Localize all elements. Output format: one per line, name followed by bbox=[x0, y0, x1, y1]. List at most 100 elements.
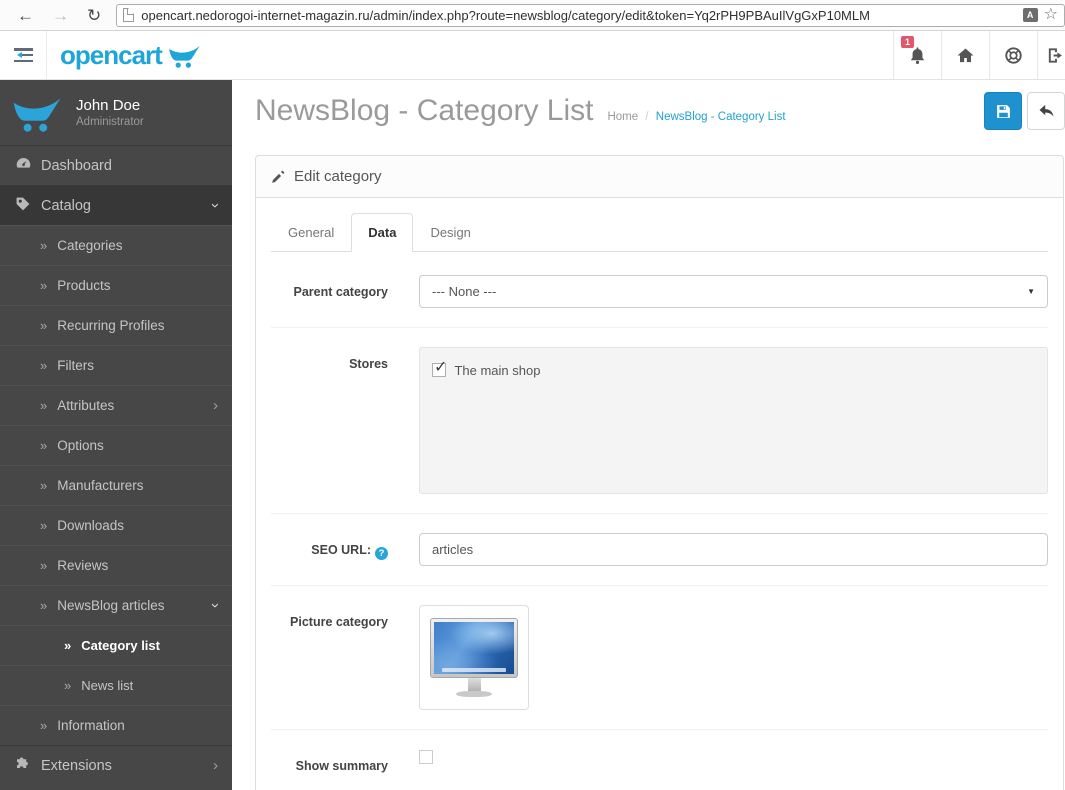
store-checkbox[interactable]: ✓ bbox=[432, 359, 447, 377]
double-angle-icon: » bbox=[40, 478, 48, 493]
browser-reload-button[interactable]: ↻ bbox=[78, 7, 110, 24]
category-image-thumbnail[interactable] bbox=[419, 605, 529, 710]
picture-category-control bbox=[419, 605, 1048, 710]
show-summary-checkbox[interactable] bbox=[419, 750, 433, 764]
life-ring-icon bbox=[1005, 46, 1022, 64]
breadcrumb: Home / NewsBlog - Category List bbox=[607, 111, 785, 123]
user-name: John Doe bbox=[76, 97, 141, 114]
opencart-logo[interactable]: opencart bbox=[47, 31, 202, 79]
page-actions bbox=[984, 92, 1065, 130]
sidebar-item-products[interactable]: » Products bbox=[0, 265, 232, 305]
bookmark-star-icon[interactable]: ☆ bbox=[1044, 7, 1058, 23]
chevron-down-icon: › bbox=[207, 203, 224, 208]
pencil-icon bbox=[272, 170, 285, 183]
sidebar: John Doe Administrator Dashboard Catalog… bbox=[0, 80, 232, 790]
sidebar-item-information[interactable]: » Information bbox=[0, 705, 232, 745]
chevron-right-icon: › bbox=[213, 397, 218, 414]
sidebar-item-categories[interactable]: » Categories bbox=[0, 225, 232, 265]
sidebar-item-label: Categories bbox=[57, 238, 123, 253]
sidebar-item-reviews[interactable]: » Reviews bbox=[0, 545, 232, 585]
app-header: opencart 1 bbox=[0, 31, 1065, 80]
sidebar-item-newsblog-articles[interactable]: » NewsBlog articles › bbox=[0, 585, 232, 625]
show-summary-control bbox=[419, 749, 1048, 775]
sidebar-item-label: NewsBlog articles bbox=[57, 598, 165, 613]
chevron-down-icon: › bbox=[207, 603, 224, 608]
stores-label: Stores bbox=[349, 357, 388, 371]
sidebar-item-filters[interactable]: » Filters bbox=[0, 345, 232, 385]
sidebar-item-label: Attributes bbox=[57, 398, 115, 413]
reply-arrow-icon bbox=[1039, 104, 1053, 117]
bell-icon bbox=[910, 46, 925, 64]
monitor-image bbox=[430, 618, 518, 697]
menu-toggle-icon bbox=[13, 48, 33, 62]
browser-back-button[interactable]: ← bbox=[8, 7, 43, 24]
browser-toolbar: ← → ↻ opencart.nedorogoi-internet-magazi… bbox=[0, 0, 1065, 31]
tab-bar: General Data Design bbox=[271, 213, 1048, 252]
brand-text: opencart bbox=[60, 39, 163, 70]
translate-icon[interactable]: A bbox=[1022, 8, 1038, 22]
tab-data[interactable]: Data bbox=[351, 213, 414, 252]
user-profile: John Doe Administrator bbox=[0, 80, 232, 145]
parent-category-label: Parent category bbox=[293, 285, 388, 299]
double-angle-icon: » bbox=[40, 238, 48, 253]
page-icon bbox=[123, 8, 135, 22]
question-help-icon[interactable]: ? bbox=[375, 547, 388, 560]
sidebar-item-extensions[interactable]: Extensions › bbox=[0, 745, 232, 785]
show-summary-label: Show summary bbox=[295, 759, 388, 773]
parent-category-group: Parent category --- None --- ▼ bbox=[271, 256, 1048, 327]
sidebar-toggle-button[interactable] bbox=[0, 31, 47, 79]
cart-icon bbox=[168, 45, 200, 68]
floppy-save-icon bbox=[996, 104, 1010, 118]
sidebar-item-downloads[interactable]: » Downloads bbox=[0, 505, 232, 545]
sidebar-item-manufacturers[interactable]: » Manufacturers bbox=[0, 465, 232, 505]
double-angle-icon: » bbox=[40, 558, 48, 573]
puzzle-icon bbox=[15, 756, 41, 776]
store-option-label: The main shop bbox=[454, 363, 541, 378]
logout-button[interactable] bbox=[1037, 31, 1065, 79]
save-button[interactable] bbox=[984, 92, 1022, 130]
sidebar-item-label: Products bbox=[57, 278, 111, 293]
edit-category-panel: Edit category General Data Design Parent… bbox=[255, 155, 1064, 790]
stores-group: Stores ✓ The main shop bbox=[271, 327, 1048, 513]
sidebar-item-label: Filters bbox=[57, 358, 94, 373]
sidebar-item-label: Information bbox=[57, 718, 125, 733]
show-summary-group: Show summary bbox=[271, 729, 1048, 790]
tab-design[interactable]: Design bbox=[413, 213, 487, 252]
sidebar-item-label: News list bbox=[81, 678, 134, 693]
main-content: NewsBlog - Category List Home / NewsBlog… bbox=[232, 80, 1065, 790]
tag-icon bbox=[15, 196, 41, 216]
back-button[interactable] bbox=[1027, 92, 1065, 130]
tab-general[interactable]: General bbox=[271, 213, 351, 252]
stores-list-box: ✓ The main shop bbox=[419, 347, 1048, 494]
sidebar-item-label: Options bbox=[57, 438, 104, 453]
sidebar-item-label: Recurring Profiles bbox=[57, 318, 165, 333]
sidebar-item-label: Reviews bbox=[57, 558, 109, 573]
sidebar-item-category-list[interactable]: » Category list bbox=[0, 625, 232, 665]
double-angle-icon: » bbox=[64, 678, 72, 693]
panel-heading: Edit category bbox=[256, 156, 1063, 198]
support-button[interactable] bbox=[989, 31, 1037, 79]
browser-forward-button[interactable]: → bbox=[43, 7, 78, 24]
sidebar-item-recurring-profiles[interactable]: » Recurring Profiles bbox=[0, 305, 232, 345]
sidebar-item-news-list[interactable]: » News list bbox=[0, 665, 232, 705]
breadcrumb-home[interactable]: Home bbox=[607, 111, 638, 123]
sidebar-item-catalog[interactable]: Catalog › bbox=[0, 185, 232, 225]
url-text[interactable]: opencart.nedorogoi-internet-magazin.ru/a… bbox=[141, 8, 1020, 23]
sidebar-item-attributes[interactable]: » Attributes › bbox=[0, 385, 232, 425]
home-button[interactable] bbox=[941, 31, 989, 79]
select-caret-icon: ▼ bbox=[1027, 287, 1035, 296]
parent-category-control: --- None --- ▼ bbox=[419, 275, 1048, 308]
address-bar[interactable]: opencart.nedorogoi-internet-magazin.ru/a… bbox=[116, 3, 1065, 27]
double-angle-icon: » bbox=[40, 718, 48, 733]
sidebar-item-dashboard[interactable]: Dashboard bbox=[0, 145, 232, 185]
sidebar-item-label: Downloads bbox=[57, 518, 125, 533]
double-angle-icon: » bbox=[40, 398, 48, 413]
checkmark-icon: ✓ bbox=[434, 359, 448, 376]
breadcrumb-current-link[interactable]: NewsBlog - Category List bbox=[656, 111, 786, 123]
seo-url-input[interactable] bbox=[419, 533, 1048, 566]
parent-category-select[interactable]: --- None --- ▼ bbox=[419, 275, 1048, 308]
sidebar-item-options[interactable]: » Options bbox=[0, 425, 232, 465]
main-layout: John Doe Administrator Dashboard Catalog… bbox=[0, 80, 1065, 790]
sidebar-item-label: Extensions bbox=[41, 757, 112, 774]
notifications-button[interactable]: 1 bbox=[893, 31, 941, 79]
